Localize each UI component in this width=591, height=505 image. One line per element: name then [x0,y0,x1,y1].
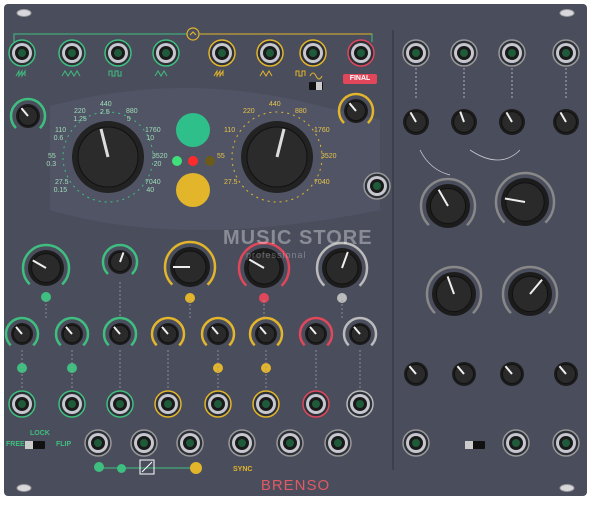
scale-label: 440 [100,101,112,108]
scale-label: 27.5 [223,179,238,186]
scale-label: 40 [146,187,155,194]
right-small-knob-4[interactable] [554,362,578,386]
lock-label: LOCK [30,430,50,437]
green-button[interactable] [176,113,210,147]
scale-label: 55 [217,153,225,160]
module-panel: FINAL SYNC LOCK FREE FLIP MUSIC STORE pr… [0,0,591,500]
right-small-knob-1[interactable] [404,362,428,386]
output-jack-8[interactable] [347,39,375,67]
scale-label: 220 [74,107,86,115]
cv-input-jack-7[interactable] [302,390,330,418]
scale-label: 3520 [321,153,337,160]
scale-label: 1760 [145,127,161,134]
cv-input-jack-1[interactable] [8,390,36,418]
scale-label: 2.5 [100,109,110,116]
output-jack-3[interactable] [104,39,132,67]
brand-logo: BRENSO [260,477,331,494]
flip-label: FLIP [56,441,72,448]
right-small-knob-2[interactable] [452,362,476,386]
right-input-jack-1[interactable] [402,39,430,67]
scale-label: 0.6 [53,135,64,142]
watermark-sub: professional [246,250,307,260]
output-jack-2[interactable] [58,39,86,67]
led-green [172,156,182,166]
right-input-jack-2[interactable] [450,39,478,67]
right-bottom-jack-1[interactable] [402,429,430,457]
final-label: FINAL [343,74,377,84]
bottom-jack-6[interactable] [324,429,352,457]
bottom-jack-1[interactable] [84,429,112,457]
bottom-jack-2[interactable] [130,429,158,457]
right-atten-knob-1[interactable] [403,109,429,135]
yellow-button[interactable] [176,173,210,207]
output-jack-7[interactable] [299,39,327,67]
right-bottom-jack-2[interactable] [502,429,530,457]
scale-label: 880 [126,107,138,115]
right-input-jack-3[interactable] [498,39,526,67]
scale-label: 3520 [152,153,168,160]
cv-input-jack-8[interactable] [346,390,374,418]
right-input-jack-4[interactable] [552,39,580,67]
right-atten-knob-4[interactable] [553,109,579,135]
scale-label: 1760 [314,127,330,134]
scale-label: 110 [54,127,67,134]
sync-label: SYNC [233,466,253,473]
bottom-jack-3[interactable] [176,429,204,457]
cv-input-jack-4[interactable] [154,390,182,418]
right-atten-knob-2[interactable] [451,109,477,135]
led-red [188,156,198,166]
sync-input-jack[interactable] [363,172,391,200]
right-atten-knob-3[interactable] [499,109,525,135]
scale-label: 7040 [145,179,161,186]
cv-input-jack-5[interactable] [204,390,232,418]
cv-input-jack-3[interactable] [106,390,134,418]
cv-input-jack-6[interactable] [252,390,280,418]
scale-label: 27.5 [54,179,69,186]
scale-label: 880 [295,107,307,115]
right-small-knob-3[interactable] [500,362,524,386]
free-label: FREE [6,441,25,448]
bottom-jack-4[interactable] [228,429,256,457]
scale-label: 110 [223,127,236,134]
output-jack-1[interactable] [8,39,36,67]
scale-label: 0.3 [46,161,57,168]
scale-label: 55 [48,153,56,160]
scale-label: 1.25 [73,115,87,123]
bottom-jack-5[interactable] [276,429,304,457]
scale-label: 0.15 [53,187,68,194]
scale-label: 20 [153,161,162,168]
scale-label: 220 [243,107,255,115]
right-bottom-jack-3[interactable] [552,429,580,457]
output-jack-5[interactable] [208,39,236,67]
cv-input-jack-2[interactable] [58,390,86,418]
led-yellow [205,156,215,166]
scale-label: 5 [126,115,131,123]
output-jack-4[interactable] [152,39,180,67]
scale-label: 7040 [314,179,330,186]
output-jack-6[interactable] [256,39,284,67]
scale-label: 10 [146,135,155,142]
watermark: MUSIC STORE [223,227,373,249]
scale-label: 440 [269,101,281,108]
